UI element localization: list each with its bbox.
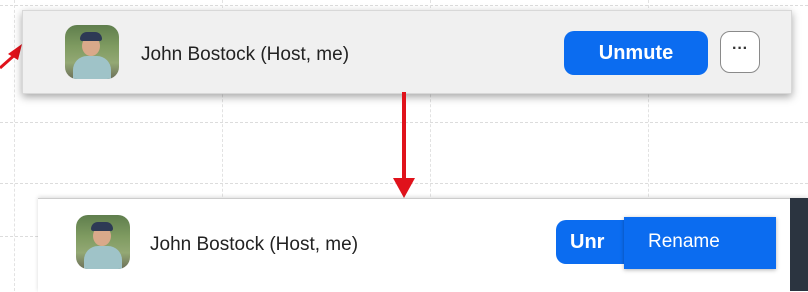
video-strip: [790, 198, 808, 291]
rename-menu-item[interactable]: Rename: [624, 217, 776, 269]
avatar: [76, 215, 130, 269]
participant-name: John Bostock (Host, me): [150, 234, 359, 255]
unmute-button[interactable]: Unmute: [564, 31, 708, 75]
avatar: [65, 25, 119, 79]
arrow-down-head-icon: [393, 178, 415, 198]
more-options-button[interactable]: ···: [720, 31, 760, 73]
participant-name: John Bostock (Host, me): [141, 44, 350, 65]
rename-menu-label: Rename: [648, 231, 720, 252]
arrow-down-indicator: [402, 92, 406, 188]
ellipsis-icon: ···: [732, 40, 748, 57]
grid-line: [0, 5, 808, 6]
